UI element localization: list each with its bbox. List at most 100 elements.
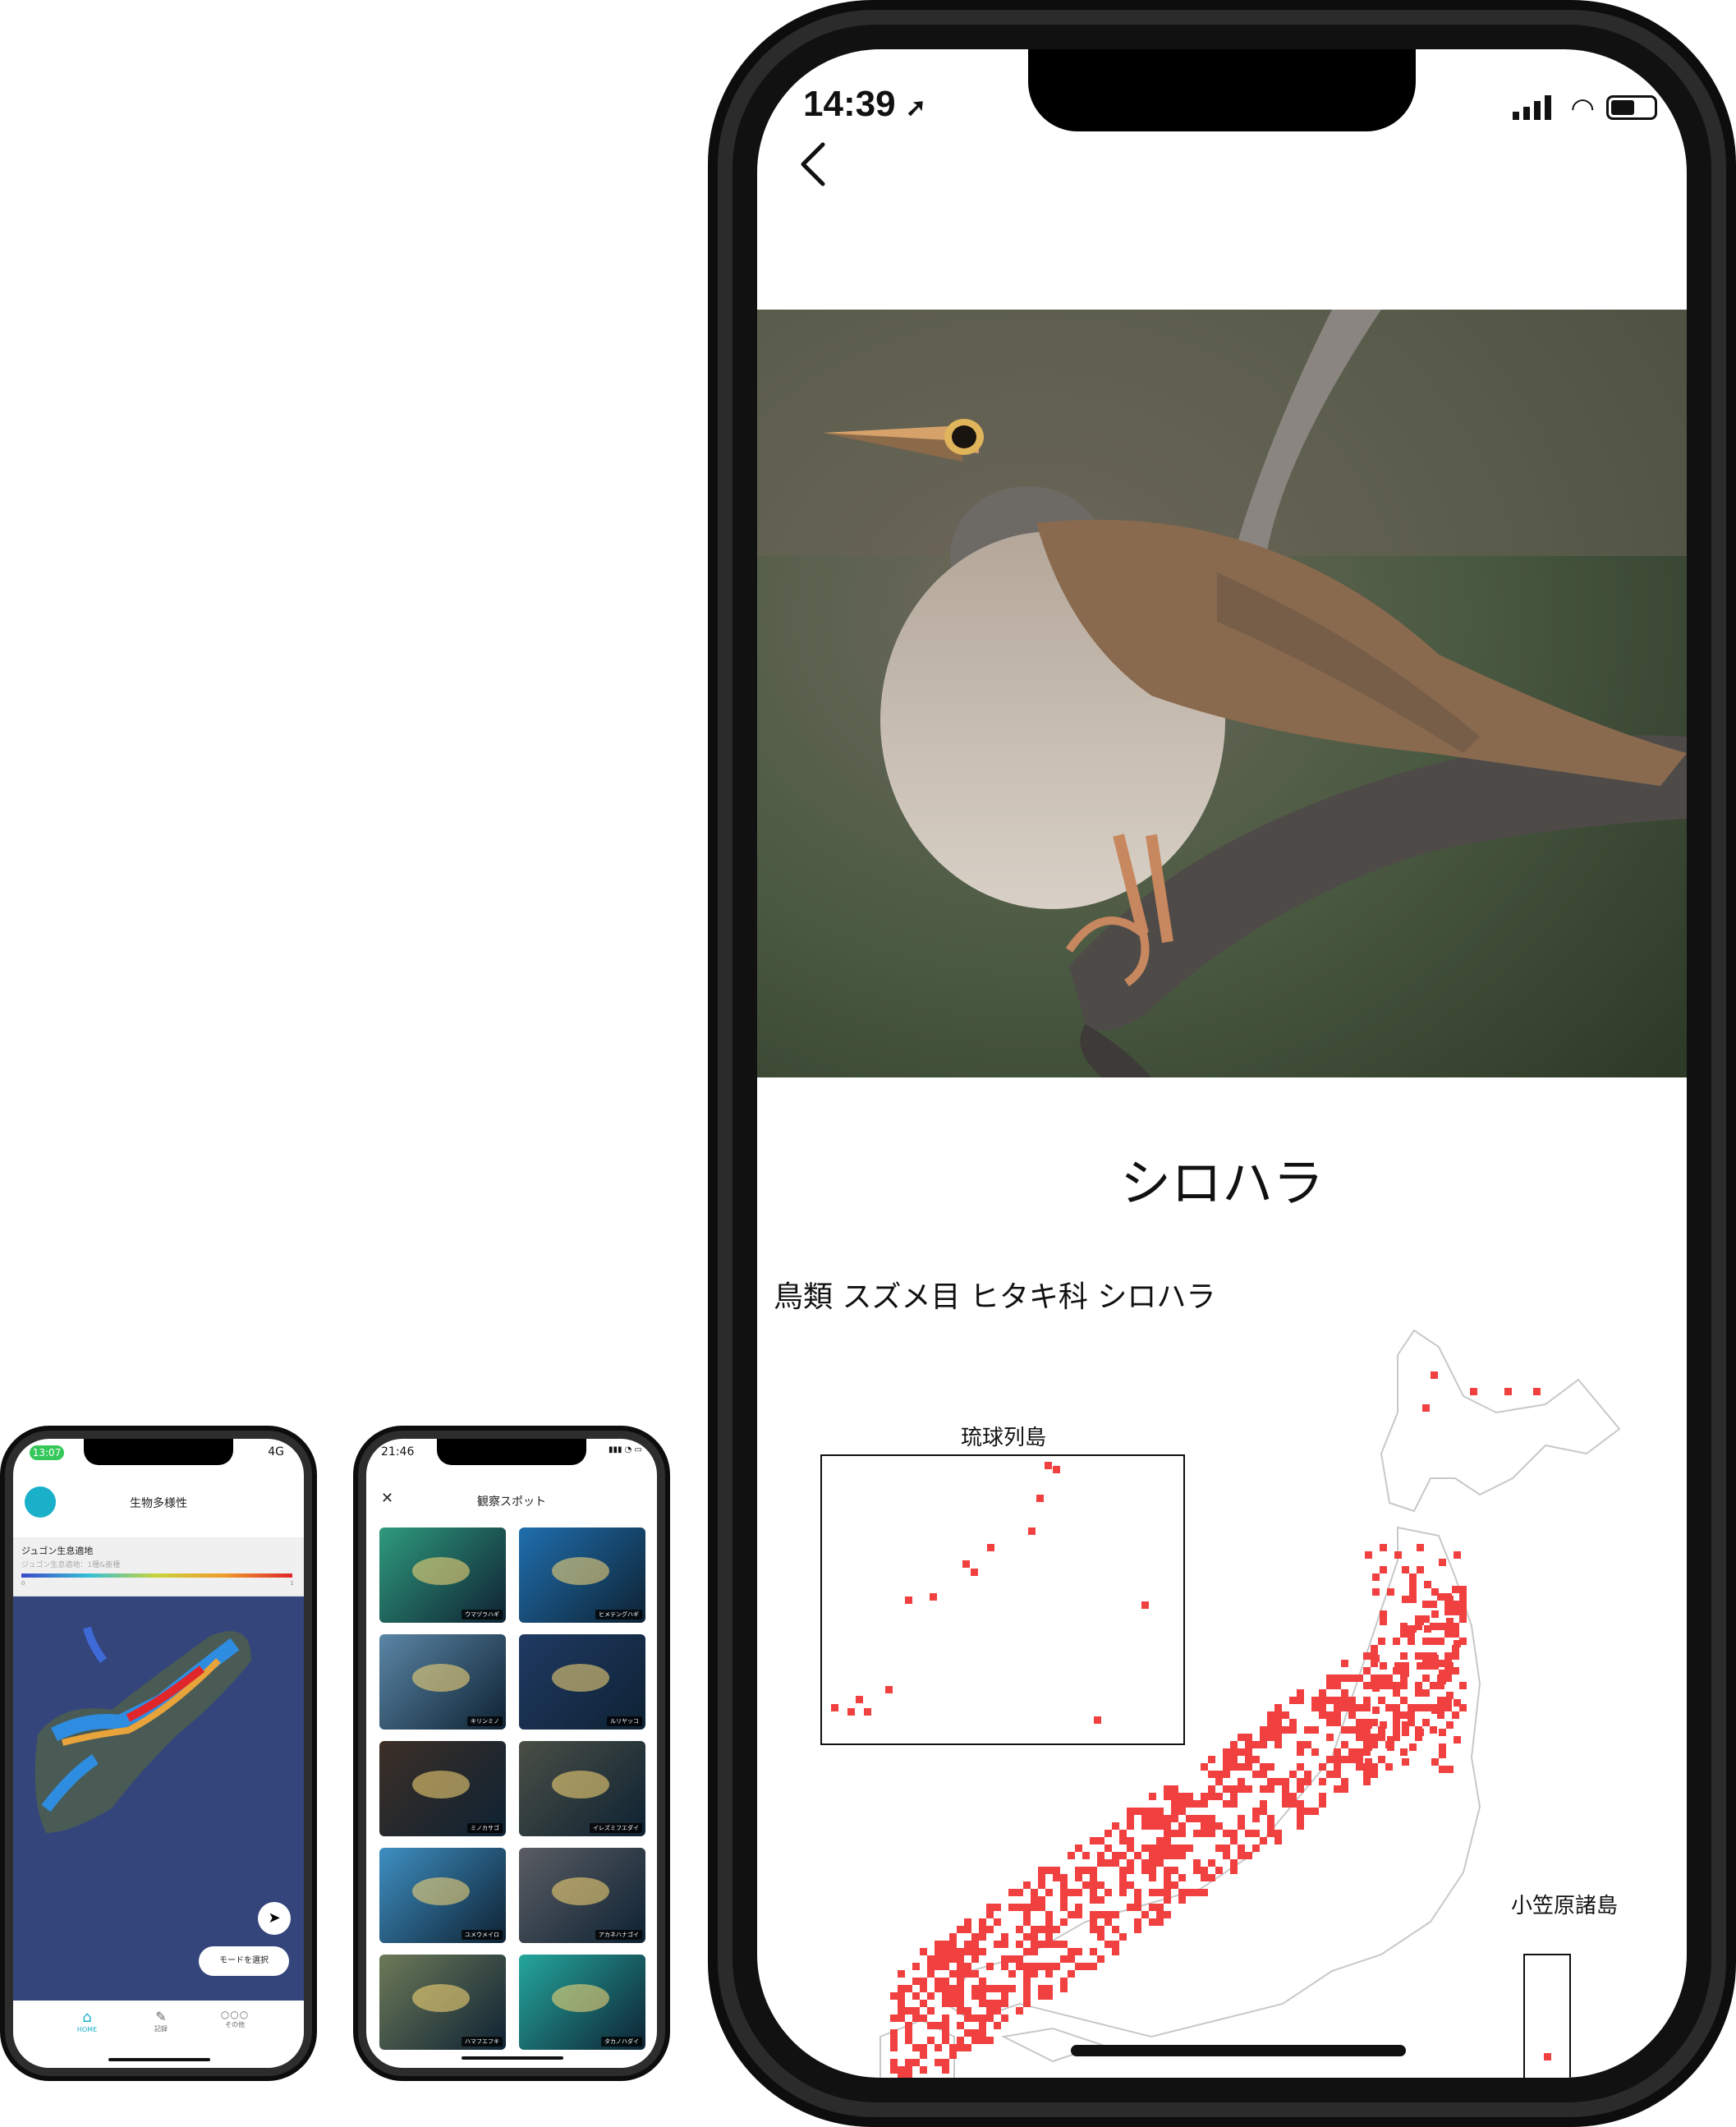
- distribution-cell: [1201, 1867, 1208, 1874]
- spot-card[interactable]: タカノハダイ: [519, 1955, 645, 2050]
- distribution-cell: [1215, 1867, 1223, 1874]
- distribution-cell: [1031, 1963, 1038, 1970]
- hokkaido-outline: [1380, 1329, 1621, 1513]
- distribution-cell: [1045, 1926, 1053, 1933]
- tab-more[interactable]: ○○○ その他: [210, 2009, 259, 2029]
- distribution-cell: [1045, 1889, 1053, 1896]
- distribution-cell: [1023, 1881, 1031, 1889]
- locate-button[interactable]: ➤: [258, 1902, 291, 1935]
- distribution-cell: [847, 1708, 855, 1716]
- distribution-cell: [1387, 1743, 1394, 1751]
- legend-max: 1: [290, 1580, 294, 1587]
- spot-card[interactable]: ハマフエフキ: [379, 1955, 506, 2050]
- distribution-cell: [1090, 1963, 1097, 1970]
- distribution-cell: [1156, 1837, 1164, 1844]
- distribution-cell: [1082, 1881, 1090, 1889]
- distribution-cell: [942, 2059, 949, 2066]
- distribution-cell: [1311, 1726, 1319, 1734]
- distribution-cell: [1372, 1684, 1380, 1692]
- distribution-cell: [1097, 1911, 1105, 1918]
- distribution-cell: [1023, 1933, 1031, 1941]
- fish-thumbnail: [552, 1664, 609, 1692]
- distribution-cell: [1119, 1852, 1127, 1859]
- distribution-cell: [1119, 1874, 1127, 1881]
- distribution-cell: [1031, 1948, 1038, 1955]
- distribution-cell: [1387, 1588, 1394, 1596]
- distribution-cell: [1045, 1941, 1053, 1948]
- distribution-cell: [1208, 1771, 1215, 1778]
- distribution-cell: [1319, 1763, 1326, 1771]
- distribution-cell: [949, 1955, 957, 1963]
- distribution-cell: [971, 2014, 979, 2022]
- distribution-cell: [1045, 1992, 1053, 2000]
- distribution-cell: [1238, 1785, 1245, 1793]
- distribution-cell: [1341, 1704, 1348, 1711]
- distribution-cell: [1252, 1815, 1260, 1822]
- mode-select-button[interactable]: モードを選択: [199, 1946, 289, 1976]
- distribution-cell: [1408, 1711, 1415, 1719]
- tab-record-label: 記録: [154, 2025, 168, 2033]
- distribution-cell: [979, 1948, 986, 1955]
- distribution-cell: [1031, 1904, 1038, 1911]
- distribution-cell: [1356, 1756, 1363, 1763]
- distribution-cell: [1304, 1771, 1311, 1778]
- spot-card[interactable]: ウマヅラハギ: [379, 1527, 506, 1623]
- spot-card[interactable]: キリンミノ: [379, 1634, 506, 1730]
- distribution-cell: [1149, 1815, 1156, 1822]
- distribution-cell: [912, 1978, 920, 1985]
- distribution-cell: [1045, 1963, 1053, 1970]
- spot-card[interactable]: ヒメテングハギ: [519, 1527, 645, 1623]
- spot-card[interactable]: イレズミフエダイ: [519, 1741, 645, 1836]
- distribution-cell: [1341, 1756, 1348, 1763]
- distribution-cell: [1274, 1734, 1282, 1741]
- distribution-cell: [1023, 2000, 1031, 2007]
- distribution-cell: [1008, 1955, 1016, 1963]
- spot-card[interactable]: ユメウメイロ: [379, 1848, 506, 1943]
- distribution-cell: [1363, 1667, 1371, 1674]
- distribution-cell: [1031, 1889, 1038, 1896]
- distribution-cell: [1023, 1963, 1031, 1970]
- distribution-cell: [1402, 1566, 1409, 1573]
- distribution-cell: [905, 2029, 912, 2037]
- map-view[interactable]: [13, 1537, 304, 2001]
- tab-home[interactable]: ⌂ HOME: [62, 2009, 112, 2033]
- back-button[interactable]: [790, 140, 839, 189]
- distribution-cell: [1267, 1815, 1274, 1822]
- distribution-cell: [1201, 1822, 1208, 1830]
- distribution-cell: [898, 2014, 905, 2022]
- spot-card[interactable]: ルリヤッコ: [519, 1634, 645, 1730]
- layer-panel[interactable]: ジュゴン生息適地 ジュゴン生息適地：1種&亜種 0 1: [13, 1537, 304, 1596]
- spot-card[interactable]: アカネハナゴイ: [519, 1848, 645, 1943]
- distribution-cell: [1127, 1815, 1134, 1822]
- spot-card-label: ユメウメイロ: [462, 1930, 503, 1940]
- spot-card[interactable]: ミノカサゴ: [379, 1741, 506, 1836]
- distribution-cell: [1260, 1808, 1267, 1815]
- distribution-cell: [1267, 1726, 1274, 1734]
- status-time: 14:39 ➚: [803, 84, 926, 124]
- distribution-cell: [1363, 1704, 1371, 1711]
- distribution-cell: [1215, 1844, 1223, 1852]
- distribution-cell: [1031, 1926, 1038, 1933]
- distribution-cell: [1408, 1638, 1415, 1645]
- distribution-cell: [1371, 1674, 1378, 1682]
- distribution-cell: [1038, 1874, 1045, 1881]
- phone-screen: 21:46 ▮▮▮ ◔ ▭ ✕ 観察スポット ウマヅラハギ ヒメテングハギ キリンミ…: [366, 1439, 657, 2068]
- page-title: 生物多様性: [130, 1497, 187, 1510]
- distribution-cell: [1223, 1785, 1230, 1793]
- distribution-cell: [1245, 1785, 1252, 1793]
- distribution-cell: [1334, 1719, 1341, 1726]
- distribution-cell: [1134, 1918, 1141, 1926]
- tab-record[interactable]: ✎ 記録: [136, 2009, 186, 2033]
- fish-thumbnail: [412, 1557, 470, 1585]
- distribution-cell: [1393, 1719, 1400, 1726]
- distribution-cell: [1208, 1793, 1215, 1800]
- distribution-cell: [1409, 1573, 1417, 1581]
- distribution-cell: [1260, 1785, 1267, 1793]
- distribution-cell: [1326, 1682, 1334, 1689]
- distribution-cell: [1230, 1748, 1238, 1756]
- distribution-cell: [1365, 1721, 1372, 1729]
- distribution-map[interactable]: 琉球列島 小笠原諸島: [757, 1298, 1687, 2078]
- distribution-cell: [1149, 1808, 1156, 1815]
- distribution-cell: [1341, 1697, 1348, 1704]
- distribution-cell: [1171, 1830, 1178, 1837]
